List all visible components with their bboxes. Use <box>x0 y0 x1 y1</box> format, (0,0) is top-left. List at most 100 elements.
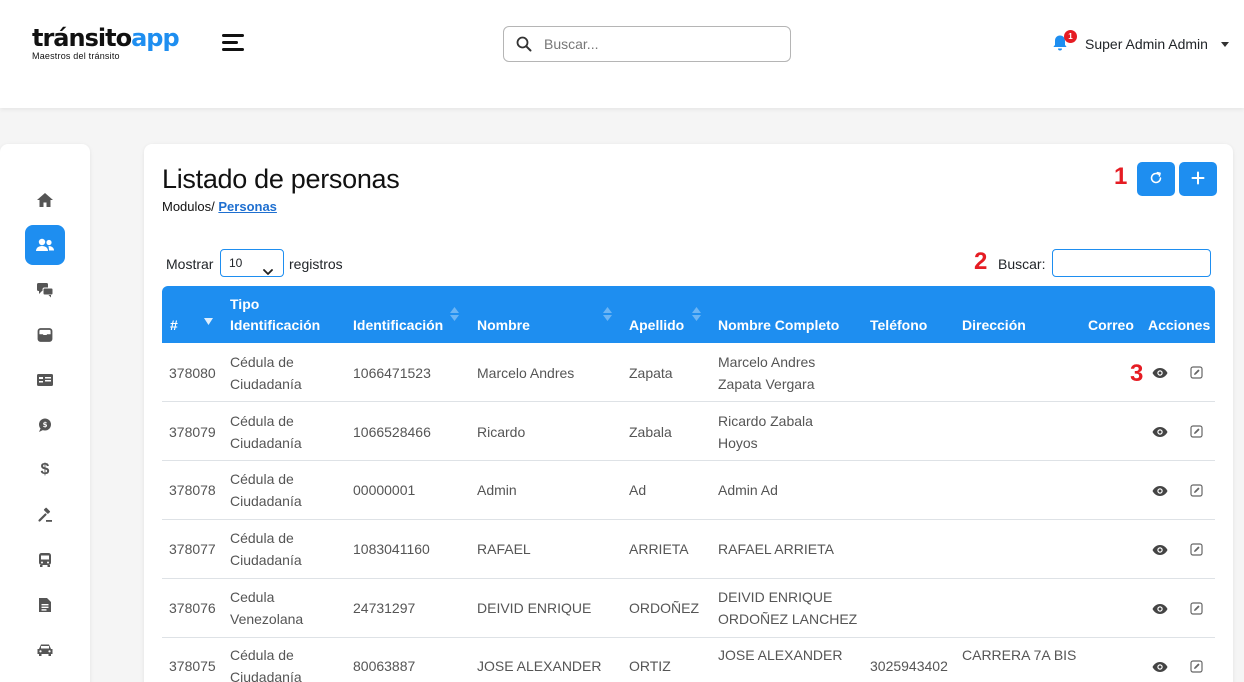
table-search-input[interactable] <box>1052 249 1211 277</box>
sidebar-item-chat[interactable] <box>25 270 65 310</box>
sidebar-item-id-card[interactable] <box>25 360 65 400</box>
app-logo[interactable]: tránsitoapp Maestros del tránsito <box>32 24 180 61</box>
cell-tipo-line2: Ciudadanía <box>230 493 302 509</box>
column-header-direccion[interactable]: Dirección <box>962 315 1026 336</box>
notification-badge: 1 <box>1064 30 1077 43</box>
column-header-apellido[interactable]: Apellido <box>629 315 684 336</box>
sidebar-item-personas[interactable] <box>25 225 65 265</box>
cell-full-line1: Marcelo Andres <box>718 354 816 370</box>
column-header-telefono[interactable]: Teléfono <box>870 315 927 336</box>
cell-nombre-completo: DEIVID ENRIQUE ORDOÑEZ LANCHEZ <box>718 586 857 630</box>
cell-nombre: Ricardo <box>477 424 526 440</box>
sidebar-item-legal[interactable] <box>25 495 65 535</box>
cell-tipo-line2: Ciudadanía <box>230 435 302 451</box>
global-search-input[interactable] <box>544 33 784 55</box>
cell-nombre-completo: Admin Ad <box>718 479 778 501</box>
sort-icon[interactable] <box>692 307 701 326</box>
cell-full-line1: DEIVID ENRIQUE <box>718 589 833 605</box>
table-row[interactable]: 378076 Cedula Venezolana 24731297 DEIVID … <box>162 579 1215 638</box>
cell-full-line1: Ricardo Zabala <box>718 413 813 429</box>
cell-tipo: Cédula de Ciudadanía <box>230 527 302 571</box>
cell-identificacion: 1066471523 <box>353 365 431 381</box>
sidebar-item-inbox[interactable] <box>25 315 65 355</box>
edit-icon[interactable] <box>1190 366 1203 384</box>
refresh-button[interactable] <box>1137 162 1175 196</box>
view-eye-icon[interactable] <box>1152 425 1168 443</box>
user-menu[interactable]: Super Admin Admin <box>1085 36 1208 52</box>
sidebar-item-home[interactable] <box>25 180 65 220</box>
sidebar-item-vehicles[interactable] <box>25 630 65 670</box>
hamburger-menu-icon[interactable] <box>222 34 246 52</box>
cell-tipo: Cédula de Ciudadanía <box>230 351 302 395</box>
column-header-tipo[interactable]: Tipo Identificación <box>230 294 320 336</box>
table-search-label: Buscar: <box>998 256 1046 272</box>
cell-tipo-line2: Ciudadanía <box>230 552 302 568</box>
cell-num: 378080 <box>169 365 216 381</box>
personas-card: Listado de personas Modulos/ Personas 1 … <box>144 144 1233 682</box>
cell-identificacion: 00000001 <box>353 482 416 498</box>
bus-icon <box>37 552 53 568</box>
view-eye-icon[interactable] <box>1152 484 1168 502</box>
view-eye-icon[interactable] <box>1152 660 1168 678</box>
cell-apellido: ORDOÑEZ <box>629 600 699 616</box>
breadcrumb: Modulos/ Personas <box>162 199 277 214</box>
refresh-icon <box>1149 171 1163 188</box>
sidebar-item-messages[interactable]: $ <box>25 405 65 445</box>
cell-tipo-line1: Cédula de <box>230 354 294 370</box>
sidebar-item-transport[interactable] <box>25 540 65 580</box>
cell-num: 378075 <box>169 658 216 674</box>
cell-identificacion: 1066528466 <box>353 424 431 440</box>
edit-icon[interactable] <box>1190 602 1203 620</box>
sidebar-item-payments[interactable]: $ <box>25 450 65 490</box>
view-eye-icon[interactable] <box>1152 366 1168 384</box>
cell-tipo-line1: Cédula de <box>230 530 294 546</box>
column-header-correo[interactable]: Correo <box>1088 315 1134 336</box>
view-eye-icon[interactable] <box>1152 602 1168 620</box>
column-header-identificacion[interactable]: Identificación <box>353 315 443 336</box>
sort-desc-icon[interactable] <box>204 312 213 330</box>
edit-icon[interactable] <box>1190 543 1203 561</box>
cell-tipo: Cédula de Ciudadanía <box>230 468 302 512</box>
cell-dir-line1: CARRERA 7A BIS <box>962 647 1077 663</box>
annotation-marker-1: 1 <box>1114 163 1128 190</box>
column-header-num[interactable]: # <box>170 315 178 336</box>
column-header-nombre-completo[interactable]: Nombre Completo <box>718 315 839 336</box>
page-title: Listado de personas <box>162 164 400 194</box>
caret-down-icon[interactable] <box>1221 42 1229 47</box>
document-icon <box>38 597 52 613</box>
car-icon <box>36 643 54 657</box>
sort-icon[interactable] <box>603 307 612 326</box>
sidebar-item-documents[interactable] <box>25 585 65 625</box>
edit-icon[interactable] <box>1190 425 1203 443</box>
cell-telefono: 3025943402 <box>870 658 948 674</box>
cell-tipo-line2: Venezolana <box>230 611 304 627</box>
cell-apellido: Ad <box>629 482 647 498</box>
edit-icon[interactable] <box>1190 484 1203 502</box>
table-row[interactable]: 378077 Cédula de Ciudadanía 1083041160 RA… <box>162 520 1215 579</box>
cell-nombre: JOSE ALEXANDER <box>477 658 602 674</box>
message-icon: $ <box>37 417 53 433</box>
page-size-select[interactable]: 10 <box>220 249 284 277</box>
sort-icon[interactable] <box>450 307 459 326</box>
logo-tagline: Maestros del tránsito <box>32 51 120 61</box>
view-eye-icon[interactable] <box>1152 543 1168 561</box>
cell-nombre: DEIVID ENRIQUE <box>477 600 592 616</box>
table-row[interactable]: 378080 Cédula de Ciudadanía 1066471523 Ma… <box>162 343 1215 402</box>
cell-full-line1: RAFAEL ARRIETA <box>718 541 834 557</box>
sidebar: $ $ <box>0 144 90 682</box>
breadcrumb-link-personas[interactable]: Personas <box>218 199 277 214</box>
add-person-button[interactable] <box>1179 162 1217 196</box>
cell-identificacion: 1083041160 <box>353 541 430 557</box>
id-card-icon <box>36 373 54 387</box>
cell-num: 378077 <box>169 541 216 557</box>
column-header-nombre[interactable]: Nombre <box>477 315 530 336</box>
table-row[interactable]: 378079 Cédula de Ciudadanía 1066528466 Ri… <box>162 402 1215 461</box>
cell-tipo: Cedula Venezolana <box>230 586 303 630</box>
table-row[interactable]: 378078 Cédula de Ciudadanía 00000001 Admi… <box>162 461 1215 520</box>
inbox-icon <box>37 327 53 343</box>
annotation-marker-2: 2 <box>974 248 988 275</box>
table-row[interactable]: 378075 Cédula de Ciudadanía 80063887 JOSE… <box>162 638 1215 682</box>
cell-nombre-completo: Ricardo Zabala Hoyos <box>718 410 813 454</box>
edit-icon[interactable] <box>1190 660 1203 678</box>
global-search[interactable] <box>503 26 791 62</box>
